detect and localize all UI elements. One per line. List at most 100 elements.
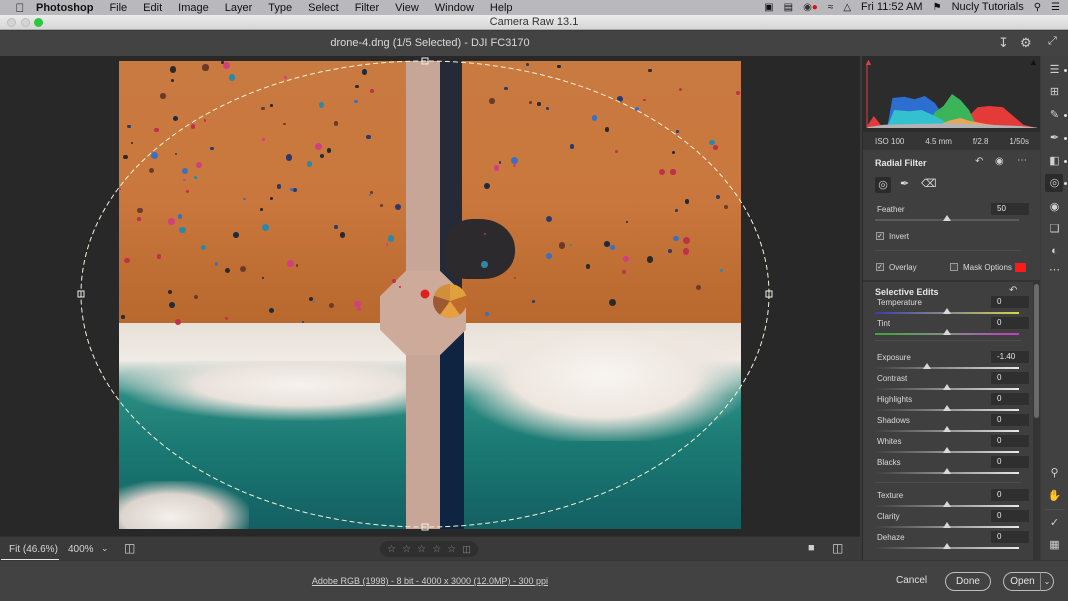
photo-preview[interactable] [119,61,741,529]
open-button[interactable]: Open [1003,572,1041,591]
highlights-slider[interactable]: Highlights 0 [875,393,1029,415]
screen-record-icon[interactable]: ▣ [764,0,773,15]
tint-slider[interactable]: Tint 0 [875,317,1029,339]
highlights-thumb[interactable] [943,405,951,411]
star-4-icon[interactable]: ☆ [432,544,441,555]
menu-window[interactable]: Window [435,2,474,14]
feather-slider[interactable]: Feather 50 [875,203,1029,225]
trash-icon[interactable]: ◫ [462,544,471,555]
settings-gear-icon[interactable]: ⚙ [1020,35,1032,51]
reset-radial-filter-icon[interactable]: ↶ [975,156,983,167]
zoom-fit-button[interactable]: Fit (46.6%) [9,544,58,555]
presets-icon[interactable]: ◐ [1041,245,1068,257]
flag-icon[interactable]: ⚑ [933,0,942,15]
toggle-visibility-eye-icon[interactable]: ◉ [995,156,1004,167]
blacks-value-input[interactable]: 0 [991,456,1029,468]
clock[interactable]: Fri 11:52 AM [861,0,923,15]
snapshots-icon[interactable]: ❑ [1041,222,1068,235]
temperature-slider[interactable]: Temperature 0 [875,296,1029,318]
open-dropdown-chevron-icon[interactable]: ⌄ [1040,572,1054,591]
tint-value-input[interactable]: 0 [991,317,1029,329]
dehaze-value-input[interactable]: 0 [991,531,1029,543]
grid-icon[interactable]: ▦ [1041,538,1068,551]
zoom-400-button[interactable]: 400% [68,544,94,555]
ellipse-handle-right[interactable] [765,290,773,298]
notification-center-icon[interactable]: ☰ [1051,0,1060,15]
mask-color-swatch[interactable] [1015,263,1026,272]
menu-edit[interactable]: Edit [143,2,162,14]
menu-app-photoshop[interactable]: Photoshop [36,2,93,14]
crop-icon[interactable]: ⊞ [1041,85,1068,98]
blacks-slider[interactable]: Blacks 0 [875,456,1029,478]
done-button[interactable]: Done [945,572,991,591]
menu-file[interactable]: File [109,2,127,14]
more-icon[interactable]: ⋯ [1041,263,1068,276]
blacks-thumb[interactable] [943,468,951,474]
display-icon[interactable]: ▤ [784,0,793,15]
dehaze-thumb[interactable] [943,543,951,549]
shadows-value-input[interactable]: 0 [991,414,1029,426]
cancel-button[interactable]: Cancel [896,575,927,586]
radial-mode-new-icon[interactable]: ◎ [875,177,891,193]
menu-select[interactable]: Select [308,2,339,14]
zoom-icon[interactable]: ⚲ [1041,466,1068,479]
shadow-clipping-warning-icon[interactable]: ▲ [864,57,873,67]
menu-image[interactable]: Image [178,2,209,14]
ellipse-handle-left[interactable] [77,290,85,298]
temperature-thumb[interactable] [943,308,951,314]
shadows-slider[interactable]: Shadows 0 [875,414,1029,436]
menu-help[interactable]: Help [490,2,513,14]
fullscreen-icon[interactable]: ⤢ [1048,35,1057,48]
contrast-thumb[interactable] [943,384,951,390]
invert-checkbox[interactable]: ✓ [876,232,884,240]
clarity-value-input[interactable]: 0 [991,510,1029,522]
texture-thumb[interactable] [943,501,951,507]
feather-thumb[interactable] [943,215,951,221]
creative-cloud-icon[interactable]: ◉● [803,0,818,15]
wifi-icon[interactable]: ≈ [828,0,834,15]
sampler-icon[interactable]: ✓ [1041,516,1068,529]
feather-value-input[interactable]: 50 [991,203,1029,215]
star-5-icon[interactable]: ☆ [447,544,456,555]
clarity-slider[interactable]: Clarity 0 [875,510,1029,532]
temperature-value-input[interactable]: 0 [991,296,1029,308]
workflow-options-link[interactable]: Adobe RGB (1998) - 8 bit - 4000 x 3000 (… [0,576,860,586]
panel-scrollbar[interactable] [1033,280,1040,560]
exposure-thumb[interactable] [922,363,931,369]
image-canvas[interactable] [0,56,860,536]
mask-options-checkbox[interactable] [950,263,958,271]
red-eye-icon[interactable]: ◉ [1041,200,1068,213]
apple-menu-icon[interactable]:  [12,1,28,15]
tint-thumb[interactable] [943,329,951,335]
menu-layer[interactable]: Layer [225,2,253,14]
whites-slider[interactable]: Whites 0 [875,435,1029,457]
airplay-icon[interactable]: △ [843,0,851,15]
hand-icon[interactable]: ✋ [1041,489,1068,502]
texture-slider[interactable]: Texture 0 [875,489,1029,511]
menu-view[interactable]: View [395,2,419,14]
shadows-thumb[interactable] [943,426,951,432]
dehaze-slider[interactable]: Dehaze 0 [875,531,1029,553]
spotlight-search-icon[interactable]: ⚲ [1034,0,1041,15]
radial-eraser-icon[interactable]: ⌫ [921,177,937,190]
exposure-track[interactable] [875,367,1019,369]
radial-brush-icon[interactable]: ✒ [900,177,909,190]
menu-type[interactable]: Type [268,2,292,14]
highlights-value-input[interactable]: 0 [991,393,1029,405]
save-image-icon[interactable]: ↧ [998,35,1009,51]
texture-value-input[interactable]: 0 [991,489,1029,501]
user-name[interactable]: Nucly Tutorials [952,0,1024,15]
filmstrip-toggle-icon[interactable]: ◫ [124,541,135,555]
exposure-slider[interactable]: Exposure -1.40 [875,351,1029,373]
highlight-clipping-warning-icon[interactable]: ▲ [1029,57,1038,67]
split-view-icon[interactable]: ◫ [832,541,843,555]
whites-thumb[interactable] [943,447,951,453]
overlay-checkbox[interactable]: ✓ [876,263,884,271]
whites-value-input[interactable]: 0 [991,435,1029,447]
contrast-slider[interactable]: Contrast 0 [875,372,1029,394]
contrast-value-input[interactable]: 0 [991,372,1029,384]
reset-selective-edits-icon[interactable]: ↶ [1009,285,1017,296]
star-3-icon[interactable]: ☆ [417,544,426,555]
clarity-thumb[interactable] [943,522,951,528]
menu-filter[interactable]: Filter [355,2,379,14]
